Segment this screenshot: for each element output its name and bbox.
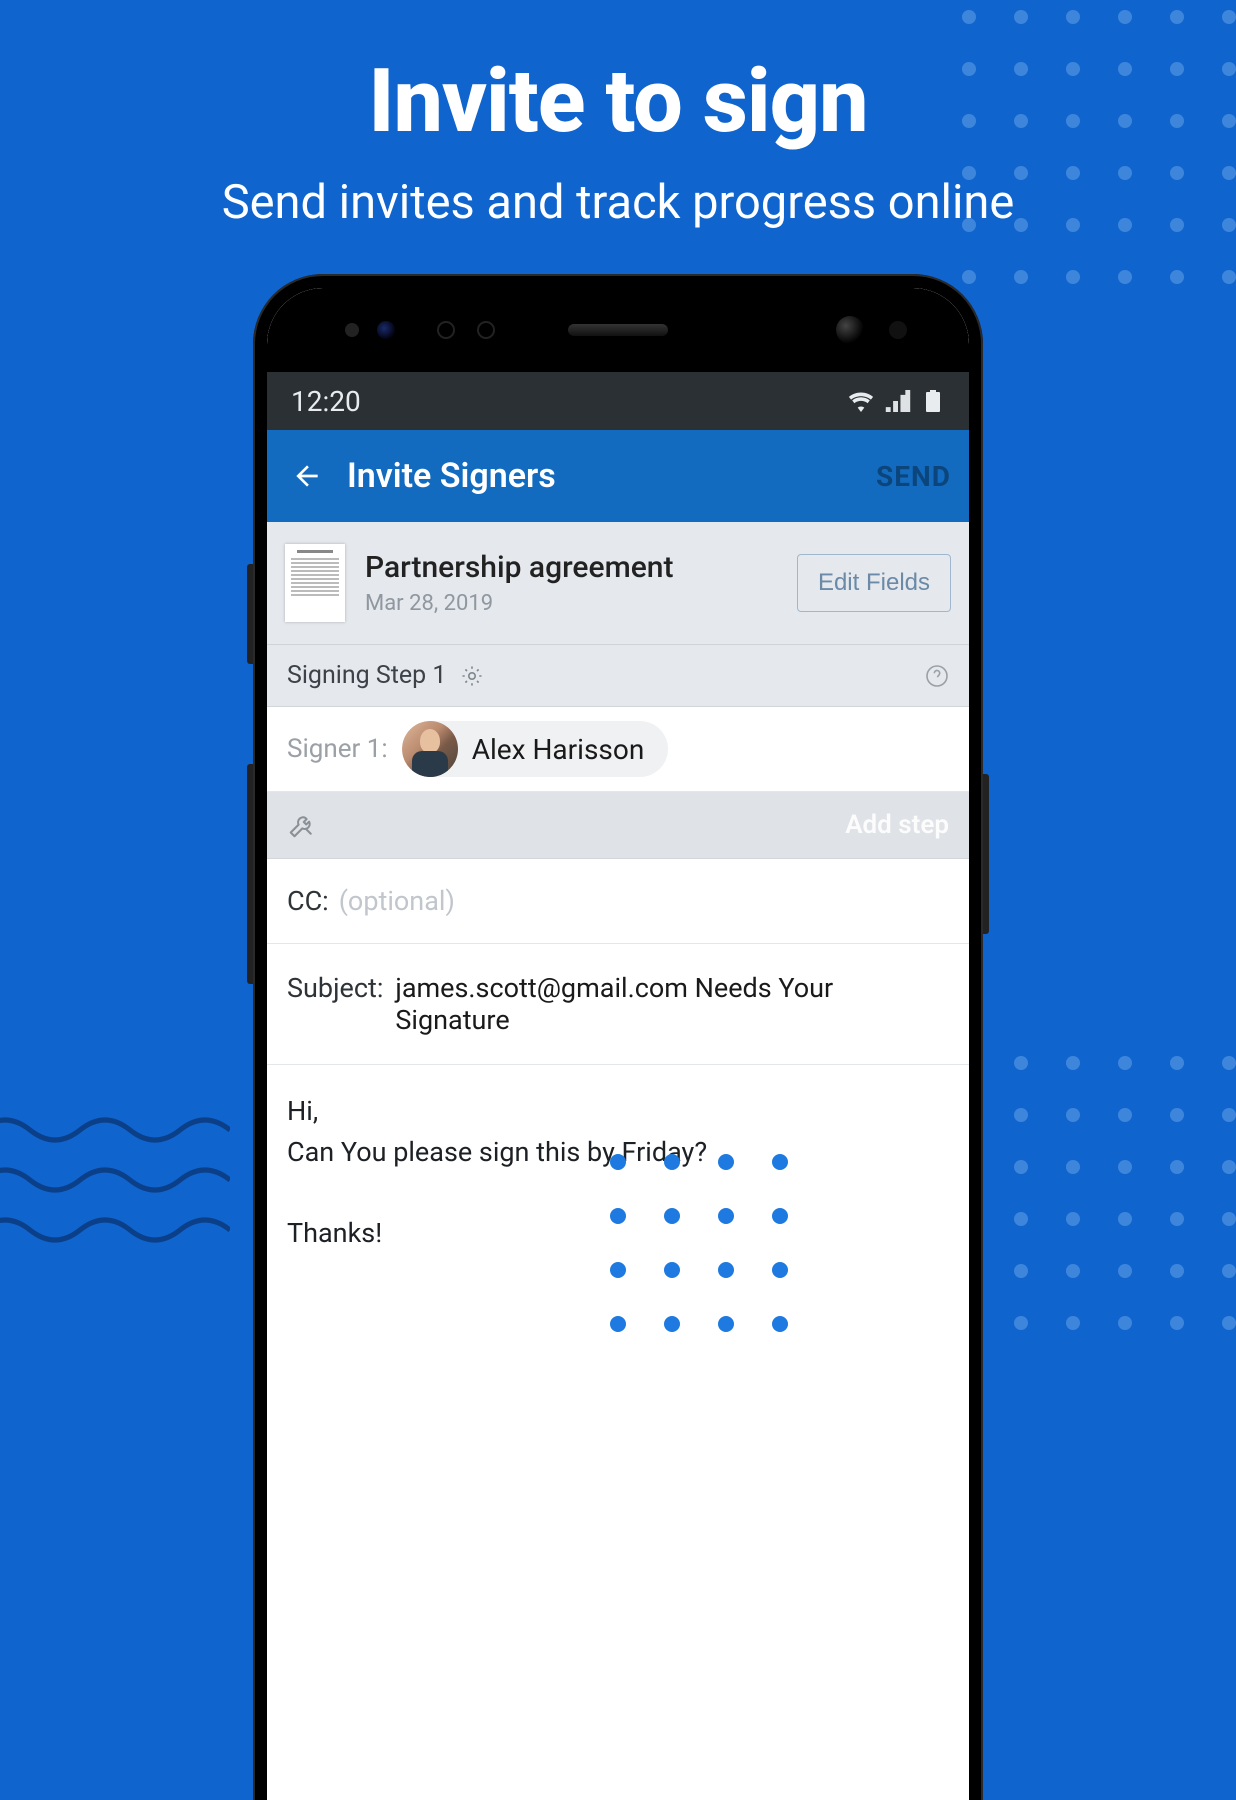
subject-row[interactable]: Subject: james.scott@gmail.com Needs You… [267,944,969,1065]
add-step-bar: Add step [267,792,969,859]
gear-icon [460,664,484,688]
subject-value: james.scott@gmail.com Needs Your Signatu… [395,972,949,1036]
tools-button[interactable] [287,810,317,840]
document-thumbnail[interactable] [285,544,345,622]
signer-row: Signer 1: Alex Harisson [267,707,969,792]
appbar-title: Invite Signers [329,456,876,496]
app-bar: Invite Signers SEND [267,430,969,522]
step-help-button[interactable] [925,664,949,688]
add-step-button[interactable]: Add step [845,810,949,840]
subject-label: Subject: [287,972,383,1036]
document-date: Mar 28, 2019 [365,591,777,616]
cc-placeholder: (optional) [339,885,455,917]
promo-title: Invite to sign [0,50,1236,153]
phone-bezel-top [267,288,969,372]
status-time: 12:20 [291,385,361,418]
avatar [402,721,458,777]
signer-name: Alex Harisson [472,733,645,766]
decor-waves [0,1110,230,1270]
phone-mockup: 12:20 Invite Signers SEND [253,274,983,1800]
signing-step-header: Signing Step 1 [267,645,969,707]
send-button[interactable]: SEND [876,460,951,493]
cc-label: CC: [287,885,329,917]
help-icon [925,664,949,688]
decor-dots-overlay [610,1154,786,1330]
tools-icon [287,810,317,840]
promo-headline: Invite to sign Send invites and track pr… [0,50,1236,230]
signer-label: Signer 1: [287,734,388,764]
document-name: Partnership agreement [365,550,777,585]
signer-chip[interactable]: Alex Harisson [402,721,669,777]
document-header: Partnership agreement Mar 28, 2019 Edit … [267,522,969,645]
edit-fields-button[interactable]: Edit Fields [797,554,951,612]
signing-step-label: Signing Step 1 [287,661,446,690]
battery-icon [921,390,945,412]
wifi-icon [847,390,875,412]
status-bar: 12:20 [267,372,969,430]
cc-row[interactable]: CC: (optional) [267,859,969,944]
step-settings-button[interactable] [460,664,484,688]
promo-subtitle: Send invites and track progress online [0,175,1236,230]
arrow-left-icon [291,460,323,492]
back-button[interactable] [285,460,329,492]
signal-icon [885,390,911,412]
decor-dots-bottom-right [962,1056,1236,1330]
